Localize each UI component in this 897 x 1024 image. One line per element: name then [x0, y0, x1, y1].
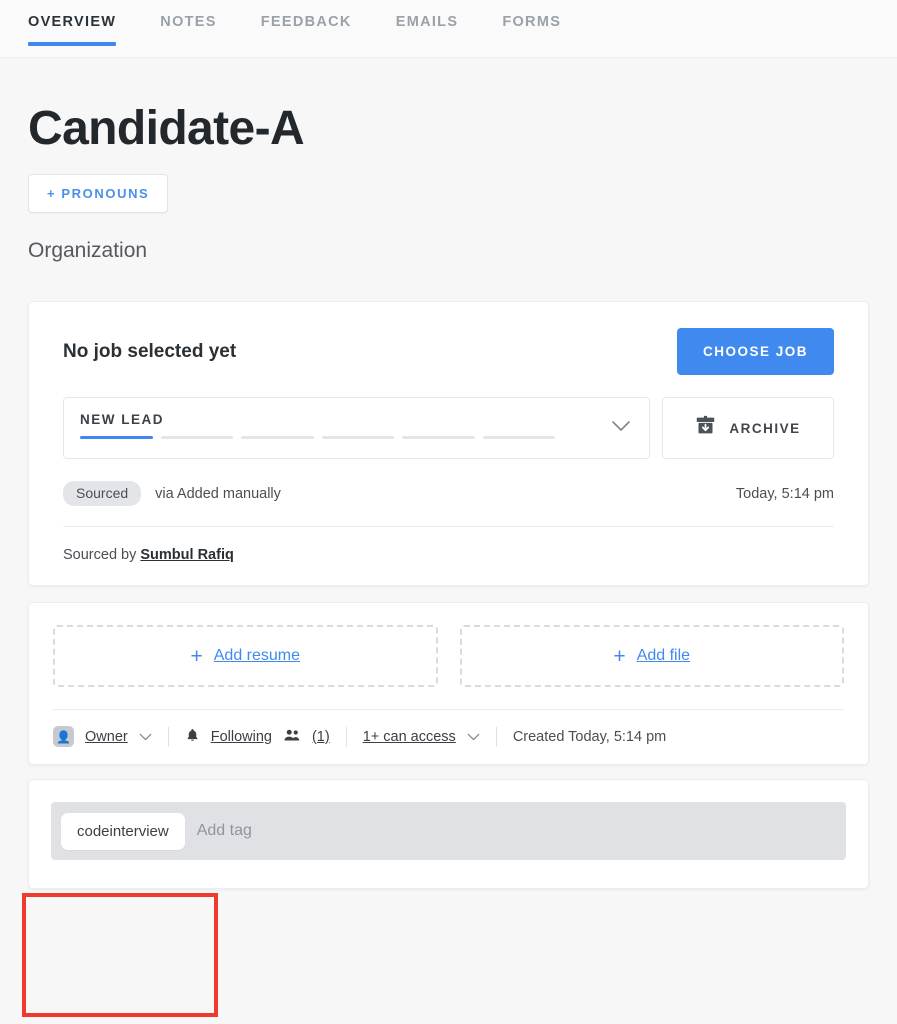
access-link[interactable]: 1+ can access [363, 729, 456, 745]
add-resume-link[interactable]: Add resume [214, 647, 300, 665]
tag-chip[interactable]: codeinterview [61, 812, 185, 850]
source-via-text: via Added manually [155, 485, 281, 502]
stage-row: NEW LEAD ARCHIVE [63, 397, 834, 460]
candidate-header: Candidate-A + PRONOUNS Organization [0, 58, 897, 263]
page-title: Candidate-A [28, 102, 305, 155]
stage-segment-3 [241, 436, 314, 440]
people-icon [283, 728, 301, 746]
files-card: + Add resume + Add file 👤 Owner Followin… [28, 602, 869, 766]
stage-progress [80, 436, 633, 440]
stage-select[interactable]: NEW LEAD [63, 397, 650, 460]
no-job-selected-title: No job selected yet [63, 340, 237, 362]
add-tag-placeholder[interactable]: Add tag [197, 822, 252, 840]
tab-notes[interactable]: NOTES [160, 0, 216, 44]
created-timestamp: Created Today, 5:14 pm [512, 728, 667, 745]
sourced-by-row: Sourced by Sumbul Rafiq [63, 547, 834, 563]
add-file-link[interactable]: Add file [637, 647, 690, 665]
status-badge: Sourced [63, 481, 142, 507]
plus-icon: + [613, 644, 626, 668]
annotation-highlight-box [22, 893, 218, 1017]
tab-forms[interactable]: FORMS [502, 0, 561, 44]
chevron-down-icon[interactable] [467, 729, 480, 745]
archive-button[interactable]: ARCHIVE [662, 397, 834, 460]
organization-label: Organization [28, 239, 148, 263]
chevron-down-icon [611, 419, 631, 437]
followers-count-link[interactable]: (1) [312, 729, 330, 745]
tab-overview[interactable]: OVERVIEW [28, 0, 117, 46]
stage-segment-2 [160, 436, 233, 440]
stage-current-value: NEW LEAD [80, 412, 164, 428]
bell-icon [185, 727, 200, 747]
add-pronouns-button[interactable]: + PRONOUNS [28, 174, 169, 214]
archive-box-icon [695, 415, 716, 441]
divider [345, 726, 347, 747]
tab-emails[interactable]: EMAILS [396, 0, 459, 44]
sourced-timestamp: Today, 5:14 pm [735, 485, 834, 502]
sourced-by-user-link[interactable]: Sumbul Rafiq [140, 547, 233, 563]
choose-job-button[interactable]: CHOOSE JOB [676, 328, 834, 376]
chevron-down-icon[interactable] [139, 729, 152, 745]
stage-segment-4 [321, 436, 394, 440]
job-card-divider [63, 526, 834, 528]
following-link[interactable]: Following [211, 729, 272, 745]
tags-card: codeinterview Add tag [28, 779, 869, 890]
divider [167, 726, 169, 747]
archive-button-label: ARCHIVE [729, 420, 801, 436]
add-file-dropzone[interactable]: + Add file [459, 625, 844, 688]
divider [495, 726, 497, 747]
stage-segment-1 [80, 436, 153, 440]
job-card: No job selected yet CHOOSE JOB NEW LEAD [28, 301, 869, 587]
dropzone-row: + Add resume + Add file [53, 625, 844, 688]
sourced-status-row: Sourced via Added manually Today, 5:14 p… [63, 481, 834, 507]
avatar: 👤 [53, 726, 74, 748]
add-resume-dropzone[interactable]: + Add resume [53, 625, 438, 688]
job-card-header: No job selected yet CHOOSE JOB [63, 328, 834, 376]
stage-segment-5 [402, 436, 475, 440]
plus-icon: + [190, 644, 203, 668]
sourced-by-prefix: Sourced by [63, 547, 137, 564]
tab-feedback[interactable]: FEEDBACK [261, 0, 352, 44]
tag-input-field[interactable]: codeinterview Add tag [51, 802, 846, 861]
owner-link[interactable]: Owner [85, 729, 128, 745]
stage-segment-6 [482, 436, 555, 440]
tab-bar: OVERVIEW NOTES FEEDBACK EMAILS FORMS [0, 0, 897, 58]
candidate-meta-row: 👤 Owner Following (1) 1+ can access Crea… [53, 709, 844, 764]
